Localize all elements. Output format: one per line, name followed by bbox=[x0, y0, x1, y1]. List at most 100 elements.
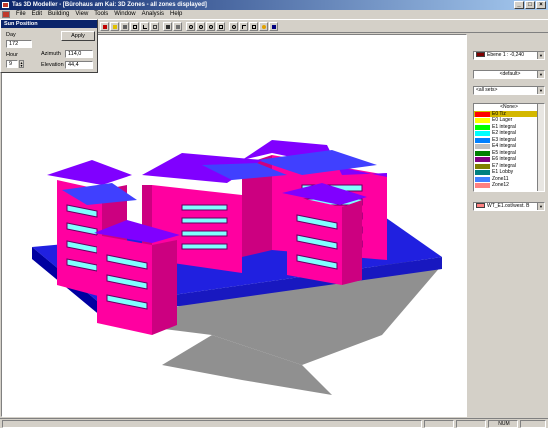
zone-color-swatch bbox=[475, 111, 490, 117]
menu-edit[interactable]: Edit bbox=[29, 10, 45, 19]
day-label: Day bbox=[6, 32, 16, 38]
apply-button[interactable]: Apply bbox=[61, 31, 95, 41]
tool-help-icon[interactable] bbox=[269, 22, 278, 31]
tool-move-icon[interactable] bbox=[239, 22, 248, 31]
sun-panel-title: Sun Position bbox=[1, 20, 97, 28]
front-wing-side bbox=[152, 240, 177, 335]
zone-name: E2 integral bbox=[492, 130, 516, 136]
middle-glass-1 bbox=[181, 204, 228, 211]
menu-window[interactable]: Window bbox=[111, 10, 138, 19]
zone-color-swatch bbox=[475, 124, 490, 130]
maximize-button[interactable]: □ bbox=[525, 1, 535, 9]
menu-help[interactable]: Help bbox=[167, 10, 185, 19]
title-bar: Tas 3D Modeller - [Bürohaus am Kai: 3D Z… bbox=[0, 0, 548, 10]
tool-rotate-x-icon[interactable] bbox=[186, 22, 195, 31]
zone-color-swatch bbox=[475, 131, 490, 136]
document-icon[interactable] bbox=[2, 11, 10, 18]
status-pane-4 bbox=[520, 420, 546, 428]
tool-rotate-y-icon[interactable] bbox=[196, 22, 205, 31]
zone-set-select-value: <all sets> bbox=[476, 87, 498, 93]
tool-frame-icon[interactable] bbox=[130, 22, 139, 31]
elevation-label: Elevation bbox=[41, 62, 64, 68]
level-color-swatch bbox=[476, 52, 485, 58]
zone-color-swatch bbox=[475, 137, 490, 143]
zone-list-item[interactable]: Zone12 bbox=[474, 182, 544, 189]
zone-name: E7 integral bbox=[492, 162, 516, 169]
zone-color-swatch bbox=[475, 144, 490, 149]
right-panel: Ebene 1 : -0,240 ▼ <default> ▼ <all sets… bbox=[468, 34, 548, 417]
zone-name: E3 integral bbox=[492, 136, 516, 143]
hour-spinner[interactable]: ▴ ▾ bbox=[19, 60, 24, 68]
view-select-value: <default> bbox=[499, 71, 521, 77]
tool-sun-icon[interactable] bbox=[259, 22, 268, 31]
zone-color-swatch bbox=[475, 150, 490, 156]
tool-rotate-z-icon[interactable] bbox=[206, 22, 215, 31]
tool-open-icon[interactable] bbox=[110, 22, 119, 31]
app-window: Tas 3D Modeller - [Bürohaus am Kai: 3D Z… bbox=[0, 0, 548, 428]
zone-name: E6 integral bbox=[492, 156, 516, 162]
menu-bar: File Edit Building View Tools Window Ana… bbox=[0, 10, 548, 19]
construction-color-swatch bbox=[476, 203, 485, 209]
zone-name: E4 integral bbox=[492, 143, 516, 149]
level-select-value: Ebene 1 : -0,240 bbox=[487, 52, 524, 58]
3d-viewport[interactable] bbox=[1, 34, 467, 417]
status-message bbox=[2, 420, 422, 428]
middle-glass-2 bbox=[181, 217, 228, 224]
construction-dropdown-arrow-icon[interactable]: ▼ bbox=[537, 203, 544, 210]
view-select[interactable]: <default> ▼ bbox=[473, 70, 545, 79]
zone-name: E5 integral bbox=[492, 149, 516, 156]
tool-zone-icon[interactable] bbox=[100, 22, 109, 31]
minimize-button[interactable]: _ bbox=[514, 1, 524, 9]
zone-color-swatch bbox=[475, 163, 490, 169]
menu-view[interactable]: View bbox=[72, 10, 91, 19]
zone-name: E0 Tiz bbox=[492, 110, 506, 117]
tool-pan-icon[interactable] bbox=[249, 22, 258, 31]
zone-name: E1 integral bbox=[492, 123, 516, 130]
app-icon bbox=[2, 2, 9, 8]
construction-select-value: WT_E1.ost/west. B bbox=[487, 203, 530, 209]
hour-label: Hour bbox=[6, 52, 18, 58]
zone-set-select[interactable]: <all sets> ▼ bbox=[473, 86, 545, 95]
zone-list[interactable]: <None> E0 Tiz E0 Lager E1 integral E2 integr… bbox=[473, 103, 545, 192]
status-pane-2 bbox=[456, 420, 486, 428]
tool-zoom-icon[interactable] bbox=[229, 22, 238, 31]
menu-building[interactable]: Building bbox=[45, 10, 72, 19]
level-select[interactable]: Ebene 1 : -0,240 ▼ bbox=[473, 51, 545, 60]
view-dropdown-arrow-icon[interactable]: ▼ bbox=[537, 71, 544, 78]
zone-color-swatch bbox=[475, 157, 490, 162]
azimuth-label: Azimuth bbox=[41, 51, 61, 57]
tool-edge-icon[interactable] bbox=[140, 22, 149, 31]
zone-name: E0 Lager bbox=[492, 117, 513, 123]
day-field[interactable]: 172 bbox=[6, 40, 32, 48]
tool-box-icon[interactable] bbox=[150, 22, 159, 31]
tool-grid-icon[interactable] bbox=[120, 22, 129, 31]
sun-position-panel: Sun Position Day 172 Hour 9 ▴ ▾ Apply Azi… bbox=[0, 19, 98, 73]
right-building-side bbox=[342, 200, 362, 285]
tool-solid-icon[interactable] bbox=[163, 22, 172, 31]
zone-name: <None> bbox=[500, 104, 518, 110]
zone-color-swatch bbox=[475, 118, 490, 123]
middle-glass-4 bbox=[181, 243, 228, 250]
zone-name: Zone11 bbox=[492, 175, 509, 182]
zone-color-swatch bbox=[475, 176, 490, 182]
zone-color-swatch bbox=[475, 183, 490, 188]
tool-shade-icon[interactable] bbox=[173, 22, 182, 31]
building-model-view[interactable] bbox=[2, 35, 467, 417]
zone-name: Zone12 bbox=[492, 182, 509, 188]
zone-name: E1 Lobby bbox=[492, 169, 514, 175]
close-button[interactable]: × bbox=[536, 1, 546, 9]
menu-file[interactable]: File bbox=[13, 10, 29, 19]
hour-field[interactable]: 9 bbox=[6, 60, 18, 68]
menu-tools[interactable]: Tools bbox=[91, 10, 111, 19]
menu-analysis[interactable]: Analysis bbox=[139, 10, 167, 19]
window-title: Tas 3D Modeller - [Bürohaus am Kai: 3D Z… bbox=[12, 2, 207, 8]
level-dropdown-arrow-icon[interactable]: ▼ bbox=[537, 52, 544, 59]
zone-set-dropdown-arrow-icon[interactable]: ▼ bbox=[537, 87, 544, 94]
num-lock-indicator: NUM bbox=[488, 420, 518, 428]
middle-glass-3 bbox=[181, 230, 228, 237]
elevation-value: 44,4 bbox=[65, 61, 93, 69]
zone-list-scrollbar[interactable] bbox=[537, 104, 544, 191]
construction-select[interactable]: WT_E1.ost/west. B ▼ bbox=[473, 202, 545, 211]
tool-reset-icon[interactable] bbox=[216, 22, 225, 31]
status-pane-1 bbox=[424, 420, 454, 428]
